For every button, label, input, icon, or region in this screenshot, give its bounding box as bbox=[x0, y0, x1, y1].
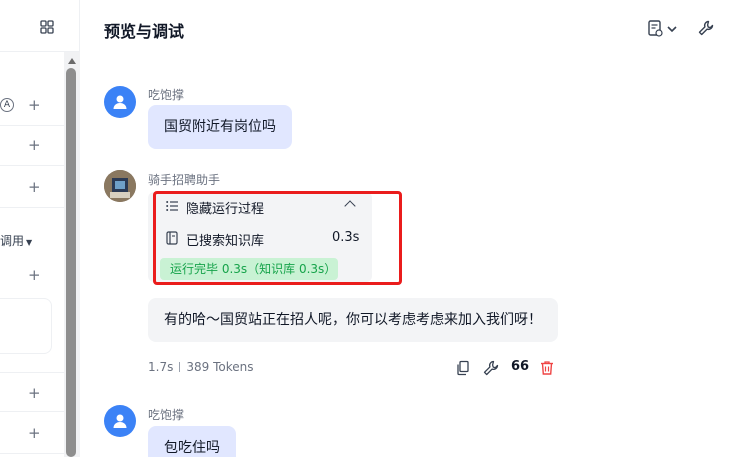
add-icon[interactable]: + bbox=[28, 385, 41, 401]
bot-avatar bbox=[104, 170, 136, 202]
add-icon[interactable]: + bbox=[28, 425, 41, 441]
sender-name: 吃饱撑 bbox=[148, 88, 185, 102]
sidebar-row: + bbox=[0, 126, 64, 166]
add-icon[interactable]: + bbox=[28, 137, 41, 153]
config-sidebar: A + + + 调用 ▼ + + + bbox=[0, 0, 80, 457]
sidebar-row: A + bbox=[0, 86, 64, 126]
copy-icon[interactable] bbox=[455, 360, 471, 376]
wrench-icon[interactable] bbox=[483, 360, 499, 376]
sidebar-row: + bbox=[0, 414, 64, 454]
debug-preview-window: A + + + 调用 ▼ + + + 预览与调试 吃饱撑 国贸附近有岗位吗 骑手… bbox=[0, 0, 736, 457]
quote-icon[interactable]: 66 bbox=[511, 359, 529, 374]
caret-down-icon: ▼ bbox=[26, 238, 33, 247]
call-mode-label: 调用 bbox=[0, 234, 25, 248]
page-title: 预览与调试 bbox=[104, 22, 185, 41]
sidebar-row: + bbox=[0, 372, 64, 412]
sidebar-row: + bbox=[0, 256, 64, 296]
add-icon[interactable]: + bbox=[28, 179, 41, 195]
highlight-box bbox=[153, 191, 402, 285]
sidebar-header bbox=[0, 0, 80, 52]
latency-value: 1.7s bbox=[148, 360, 174, 374]
user-message-bubble: 国贸附近有岗位吗 bbox=[148, 105, 292, 149]
sidebar-row: + bbox=[0, 168, 64, 208]
sender-name: 骑手招聘助手 bbox=[148, 173, 221, 187]
user-message-bubble: 包吃住吗 bbox=[148, 426, 236, 457]
add-icon[interactable]: + bbox=[28, 267, 41, 283]
chevron-down-icon bbox=[667, 26, 677, 33]
meta-divider bbox=[179, 362, 181, 372]
sender-name: 吃饱撑 bbox=[148, 408, 185, 422]
delete-icon[interactable] bbox=[539, 360, 555, 376]
bot-avatar-image bbox=[104, 170, 136, 202]
message-meta: 1.7s 389 Tokens bbox=[148, 360, 253, 374]
bot-message-bubble: 有的哈～国贸站正在招人呢，你可以考虑考虑来加入我们呀！ bbox=[148, 298, 558, 342]
settings-doc-icon[interactable] bbox=[648, 20, 678, 38]
user-icon bbox=[113, 95, 127, 109]
sidebar-card bbox=[0, 298, 52, 354]
scroll-up-arrow-icon[interactable] bbox=[68, 58, 76, 64]
wrench-icon[interactable] bbox=[698, 20, 714, 36]
user-avatar bbox=[104, 405, 136, 437]
auto-icon: A bbox=[0, 98, 14, 112]
grid-icon[interactable] bbox=[40, 20, 54, 34]
scrollbar-thumb[interactable] bbox=[66, 68, 76, 457]
user-avatar bbox=[104, 86, 136, 118]
call-mode-dropdown[interactable]: 调用 ▼ bbox=[0, 232, 32, 249]
add-icon[interactable]: + bbox=[28, 97, 41, 113]
token-count: 389 Tokens bbox=[186, 360, 254, 374]
user-icon bbox=[113, 414, 127, 428]
